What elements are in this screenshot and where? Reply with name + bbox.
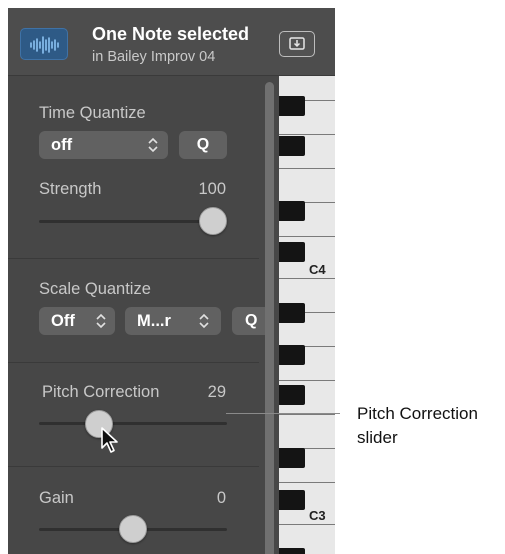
- key-divider: [279, 524, 335, 525]
- download-button[interactable]: [279, 31, 315, 57]
- key-label-c3: C3: [309, 508, 326, 523]
- scale-type-popup[interactable]: M...r: [125, 307, 221, 335]
- key-divider: [279, 134, 335, 135]
- note-inspector-panel: Time Quantize off Q Strength 100 Scale Q…: [8, 77, 272, 554]
- section-divider: [8, 362, 259, 363]
- key-divider: [279, 414, 335, 415]
- section-divider: [8, 466, 259, 467]
- callout-label-line1: Pitch Correction: [357, 404, 478, 423]
- time-quantize-q-button[interactable]: Q: [179, 131, 227, 159]
- black-key[interactable]: [279, 385, 305, 405]
- pitch-correction-value: 29: [207, 383, 226, 401]
- key-divider: [279, 278, 335, 279]
- black-key[interactable]: [279, 490, 305, 510]
- gain-label: Gain: [39, 489, 74, 507]
- piano-roll-inspector-window: One Note selected in Bailey Improv 04 Ti…: [8, 8, 335, 554]
- black-key[interactable]: [279, 548, 305, 554]
- strength-label: Strength: [39, 180, 102, 198]
- inspector-header: One Note selected in Bailey Improv 04: [8, 8, 335, 76]
- region-name: in Bailey Improv 04: [92, 49, 216, 65]
- q-button-label: Q: [245, 312, 258, 329]
- callout-label-line2: slider: [357, 428, 398, 447]
- strength-slider-knob[interactable]: [199, 207, 227, 235]
- up-down-chevron-icon: [148, 137, 158, 153]
- time-quantize-label: Time Quantize: [39, 104, 146, 122]
- black-key[interactable]: [279, 345, 305, 365]
- black-key[interactable]: [279, 448, 305, 468]
- black-key[interactable]: [279, 303, 305, 323]
- scale-root-popup[interactable]: Off: [39, 307, 115, 335]
- up-down-chevron-icon: [96, 313, 106, 329]
- time-quantize-popup[interactable]: off: [39, 131, 168, 159]
- black-key[interactable]: [279, 201, 305, 221]
- audio-region-icon: [20, 28, 68, 60]
- mouse-pointer-icon: [101, 427, 118, 453]
- key-divider: [279, 168, 335, 169]
- scale-quantize-label: Scale Quantize: [39, 280, 151, 298]
- black-key[interactable]: [279, 96, 305, 116]
- black-key[interactable]: [279, 136, 305, 156]
- key-divider: [279, 236, 335, 237]
- piano-keyboard[interactable]: C4 C3: [279, 76, 335, 554]
- inspector-scrollbar[interactable]: [265, 82, 274, 554]
- up-down-chevron-icon: [199, 313, 209, 329]
- pitch-correction-label: Pitch Correction: [42, 383, 160, 401]
- gain-value: 0: [216, 489, 226, 507]
- section-divider: [8, 258, 259, 259]
- download-tray-icon: [289, 37, 305, 50]
- pitch-correction-slider-track[interactable]: [39, 422, 227, 425]
- callout-line: [226, 413, 340, 414]
- q-button-label: Q: [196, 136, 210, 153]
- strength-value: 100: [198, 180, 226, 198]
- black-key[interactable]: [279, 242, 305, 262]
- key-divider: [279, 482, 335, 483]
- key-divider: [279, 380, 335, 381]
- key-label-c4: C4: [309, 262, 326, 277]
- scale-type-value: M...r: [137, 312, 171, 330]
- selection-title: One Note selected: [92, 24, 250, 44]
- gain-slider-knob[interactable]: [119, 515, 147, 543]
- scale-root-value: Off: [51, 312, 75, 330]
- time-quantize-value: off: [51, 136, 73, 154]
